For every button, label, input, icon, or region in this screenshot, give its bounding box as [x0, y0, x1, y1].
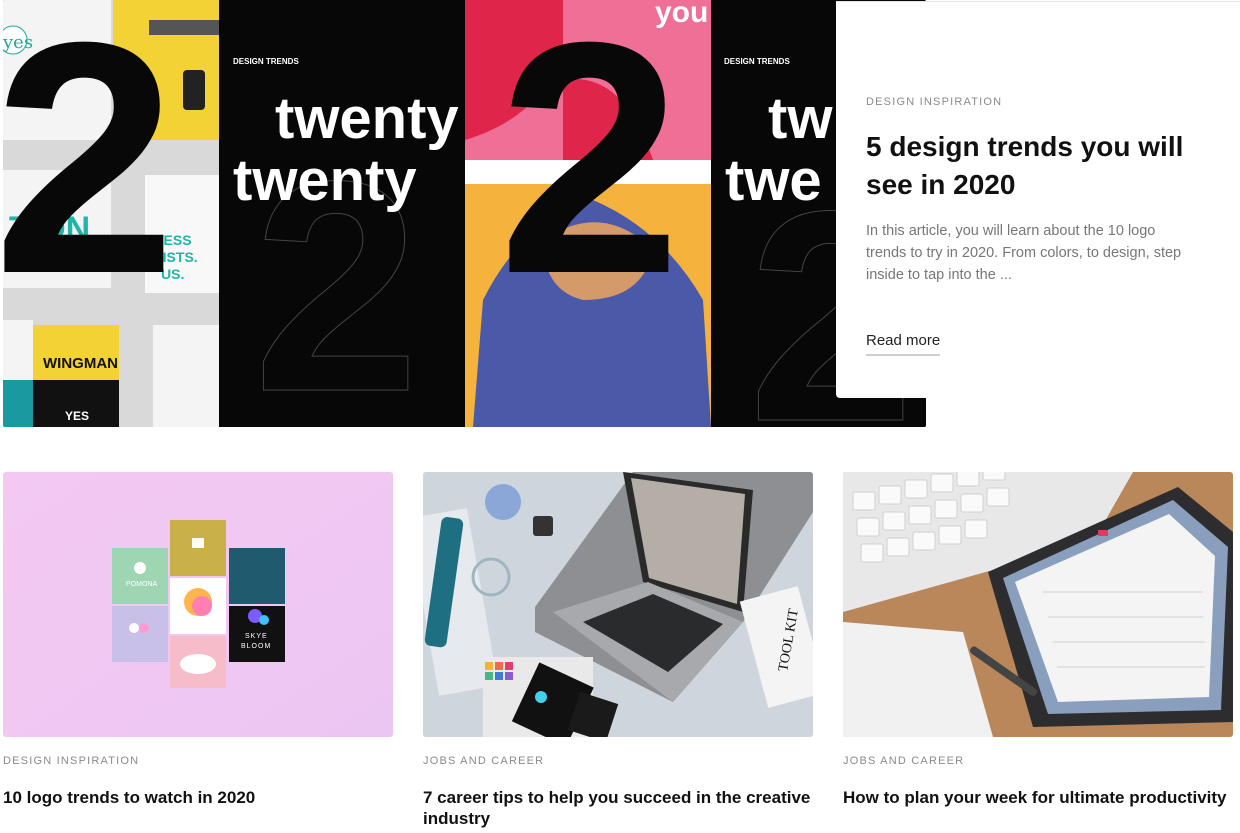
- article-image-plan-week[interactable]: [843, 472, 1233, 737]
- article-title[interactable]: 7 career tips to help you succeed in the…: [423, 787, 813, 829]
- twenty-word-2: twenty: [233, 148, 417, 213]
- article-card-career-tips: TOOL KIT JOBS AND CAREER 7 career tips t…: [423, 472, 813, 829]
- article-category[interactable]: JOBS AND CAREER: [843, 755, 1233, 767]
- featured-title[interactable]: 5 design trends you will see in 2020: [866, 128, 1206, 204]
- article-title[interactable]: 10 logo trends to watch in 2020: [3, 787, 393, 808]
- numeral-2-left: 2: [3, 0, 177, 342]
- read-more-link[interactable]: Read more: [866, 332, 941, 356]
- article-card-logo-trends: POMONA SKYE BLOOM DESIGN INSPIRATION 10 …: [3, 472, 393, 808]
- article-image-career-tips[interactable]: TOOL KIT: [423, 472, 813, 737]
- pomona-text: POMONA: [126, 581, 157, 588]
- book-yes-text: YES: [65, 409, 89, 423]
- article-card-plan-week: JOBS AND CAREER How to plan your week fo…: [843, 472, 1233, 808]
- twenty-word-1: twenty: [275, 86, 459, 151]
- skye-text: SKYE: [245, 633, 268, 640]
- numeral-2-middle: 2: [498, 0, 682, 342]
- featured-category[interactable]: DESIGN INSPIRATION: [866, 96, 1002, 108]
- bloom-text: BLOOM: [241, 643, 271, 650]
- article-image-logo-trends[interactable]: POMONA SKYE BLOOM: [3, 472, 393, 737]
- featured-article-card: DESIGN INSPIRATION 5 design trends you w…: [836, 1, 1240, 398]
- tw-word: tw: [768, 86, 833, 151]
- twe-word: twe: [725, 148, 822, 213]
- article-title[interactable]: How to plan your week for ultimate produ…: [843, 787, 1233, 808]
- featured-article-image[interactable]: yes TION LESS MISTS. US. WINGMAN YES 2 D…: [3, 0, 926, 427]
- featured-description: In this article, you will learn about th…: [866, 223, 1182, 283]
- trend-label-2: DESIGN TRENDS: [724, 57, 790, 66]
- article-category[interactable]: JOBS AND CAREER: [423, 755, 813, 767]
- trend-label-1: DESIGN TRENDS: [233, 57, 299, 66]
- article-category[interactable]: DESIGN INSPIRATION: [3, 755, 393, 767]
- book-wingman-text: WINGMAN: [43, 355, 118, 372]
